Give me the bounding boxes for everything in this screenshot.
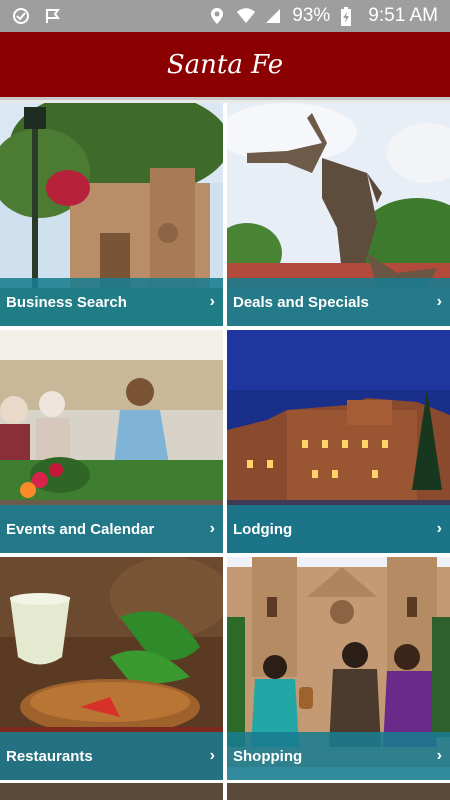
- tile-label: Lodging: [233, 520, 293, 538]
- arrow-flag-icon: [44, 7, 62, 25]
- tile-restaurants[interactable]: Restaurants ›: [0, 557, 223, 780]
- chevron-right-icon: ›: [436, 293, 442, 310]
- tile-caption-bar: Lodging ›: [227, 505, 450, 553]
- chevron-right-icon: ›: [209, 293, 215, 310]
- chevron-right-icon: ›: [436, 520, 442, 537]
- chevron-right-icon: ›: [436, 747, 442, 764]
- tile-deals-and-specials[interactable]: Deals and Specials ›: [227, 103, 450, 326]
- tile-label: Events and Calendar: [6, 520, 155, 538]
- tile-peek-right[interactable]: [227, 783, 450, 800]
- tile-events-and-calendar[interactable]: Events and Calendar ›: [0, 330, 223, 553]
- tile-business-search[interactable]: Business Search ›: [0, 103, 223, 326]
- chevron-right-icon: ›: [209, 520, 215, 537]
- tile-caption-bar: Deals and Specials ›: [227, 278, 450, 326]
- battery-percent: 93%: [292, 5, 331, 26]
- status-bar: 93% 9:51 AM: [0, 0, 450, 32]
- santa-fe-logo: Santa Fe: [166, 49, 284, 80]
- wifi-icon: [236, 7, 256, 25]
- tile-label: Deals and Specials: [233, 293, 369, 311]
- signal-icon: [264, 7, 282, 25]
- tile-lodging[interactable]: Lodging ›: [227, 330, 450, 553]
- tile-label: Restaurants: [6, 747, 93, 765]
- tile-caption-bar: Restaurants ›: [0, 732, 223, 780]
- clock: 9:51 AM: [368, 5, 438, 26]
- category-grid: Business Search › Deals and Specials › E…: [0, 103, 450, 800]
- tile-label: Business Search: [6, 293, 127, 311]
- tile-caption-bar: Events and Calendar ›: [0, 505, 223, 553]
- tile-caption-bar: Business Search ›: [0, 278, 223, 326]
- chevron-right-icon: ›: [209, 747, 215, 764]
- location-pin-icon: [208, 7, 226, 25]
- check-circle-icon: [12, 7, 30, 25]
- tile-shopping[interactable]: Shopping ›: [227, 557, 450, 780]
- tile-label: Shopping: [233, 747, 303, 765]
- tile-peek-left[interactable]: [0, 783, 223, 800]
- battery-charging-icon: [340, 7, 358, 26]
- next-row-peek: [0, 783, 450, 800]
- app-header: Santa Fe: [0, 32, 450, 100]
- tile-caption-bar: Shopping ›: [227, 732, 450, 780]
